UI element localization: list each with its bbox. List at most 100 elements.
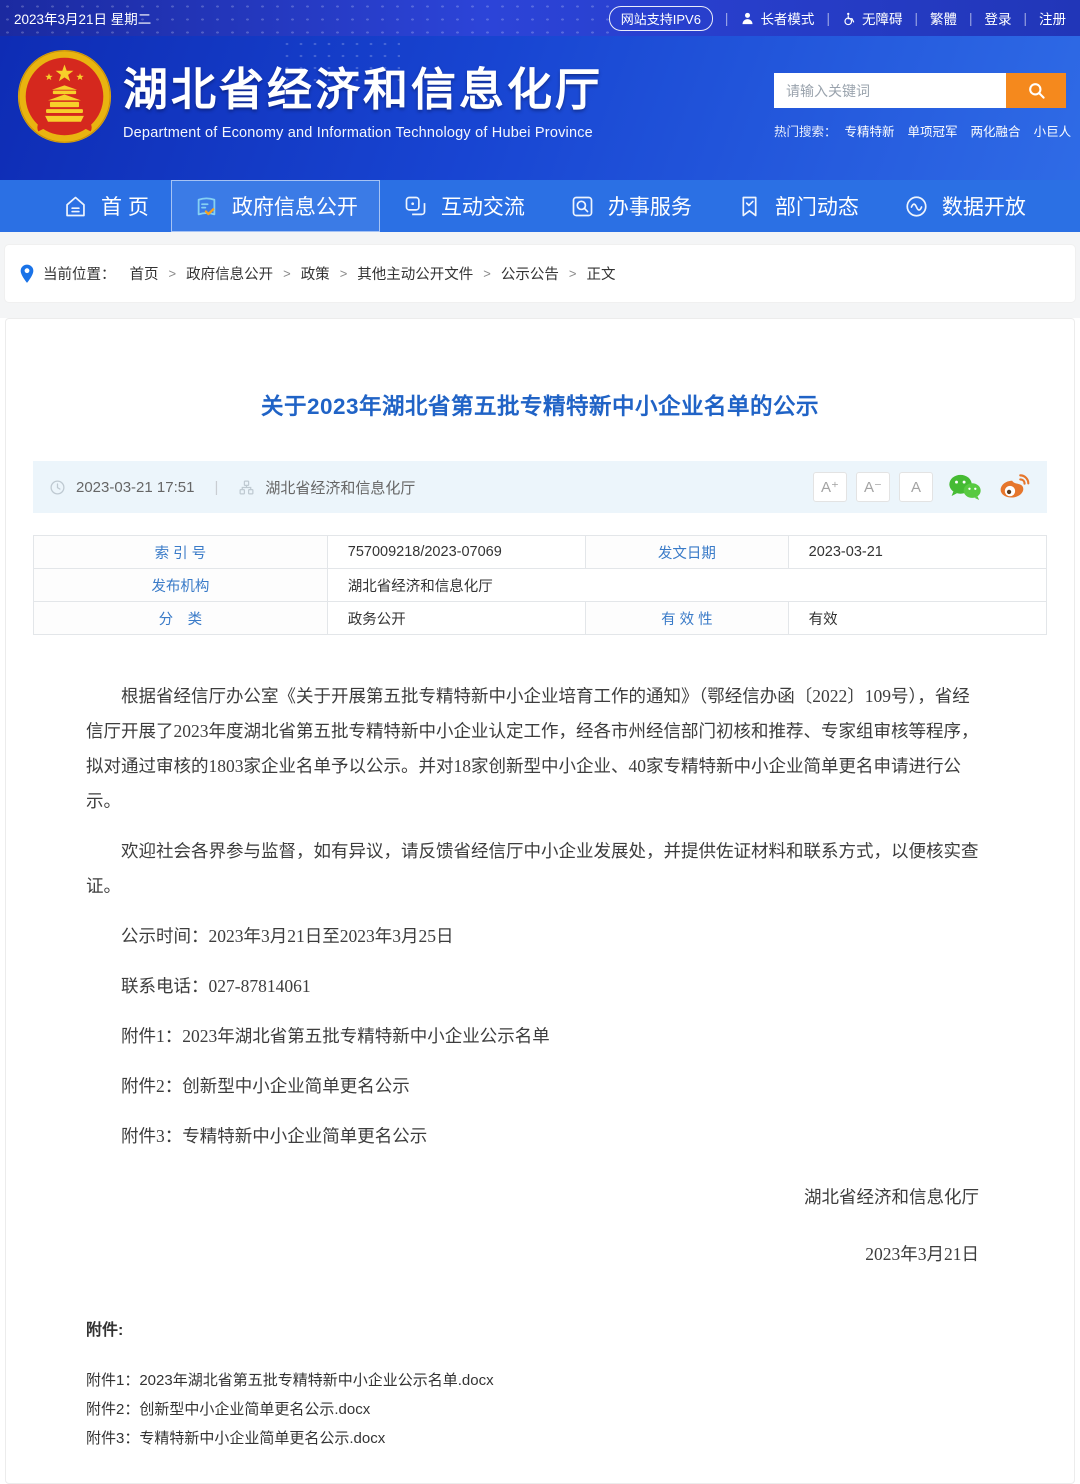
- breadcrumb-item-gov-info[interactable]: 政府信息公开: [186, 263, 273, 284]
- separator: |: [826, 11, 830, 26]
- services-icon: [569, 193, 596, 220]
- paragraph: 根据省经信厅办公室《关于开展第五批专精特新中小企业培育工作的通知》（鄂经信办函〔…: [86, 679, 979, 819]
- index-number-value: 757009218/2023-07069: [327, 536, 585, 569]
- site-header: 湖北省经济和信息化厅 Department of Economy and Inf…: [0, 36, 1080, 180]
- breadcrumb-item-current: 正文: [586, 263, 615, 284]
- traditional-chinese-link[interactable]: 繁體: [930, 8, 957, 28]
- table-row: 发布机构 湖北省经济和信息化厅: [34, 569, 1047, 602]
- meta-divider: |: [214, 479, 218, 496]
- breadcrumb-separator: >: [483, 266, 491, 281]
- nav-item-services[interactable]: 办事服务: [547, 180, 714, 232]
- attachments-section: 附件: 附件1：2023年湖北省第五批专精特新中小企业公示名单.docx 附件2…: [6, 1272, 1074, 1483]
- search-icon: [1027, 81, 1046, 100]
- breadcrumb-separator: >: [340, 266, 348, 281]
- breadcrumb-item-home[interactable]: 首页: [130, 263, 159, 284]
- search-button[interactable]: [1006, 73, 1066, 108]
- breadcrumb: 当前位置： 首页 > 政府信息公开 > 政策 > 其他主动公开文件 > 公示公告…: [5, 245, 1075, 302]
- table-row: 索 引 号 757009218/2023-07069 发文日期 2023-03-…: [34, 536, 1047, 569]
- publish-source: 湖北省经济和信息化厅: [265, 477, 415, 498]
- breadcrumb-strip: 当前位置： 首页 > 政府信息公开 > 政策 > 其他主动公开文件 > 公示公告…: [0, 232, 1080, 318]
- category-label: 分 类: [34, 602, 328, 635]
- header-search-area: 热门搜索： 专精特新 单项冠军 两化融合 小巨人 绿色工厂: [774, 73, 1066, 140]
- separator: |: [969, 11, 973, 26]
- source-org-icon: [238, 479, 255, 496]
- attachment-file-link[interactable]: 附件2：创新型中小企业简单更名公示.docx: [86, 1395, 994, 1424]
- table-row: 分 类 政务公开 有 效 性 有效: [34, 602, 1047, 635]
- accessibility-link[interactable]: 无障碍: [842, 8, 903, 28]
- interaction-icon: [402, 193, 429, 220]
- open-data-icon: [903, 193, 930, 220]
- attachment-mention-3: 附件3：专精特新中小企业简单更名公示: [86, 1119, 979, 1154]
- signature-org: 湖北省经济和信息化厅: [86, 1180, 979, 1215]
- wechat-share-icon[interactable]: [948, 472, 982, 502]
- department-news-icon: [736, 193, 763, 220]
- document-info-table: 索 引 号 757009218/2023-07069 发文日期 2023-03-…: [33, 535, 1047, 635]
- issue-date-label: 发文日期: [586, 536, 789, 569]
- hot-search-row: 热门搜索： 专精特新 单项冠军 两化融合 小巨人 绿色工厂: [774, 121, 1066, 140]
- wheelchair-icon: [842, 11, 857, 26]
- weibo-share-icon[interactable]: [997, 472, 1031, 502]
- separator: |: [914, 11, 918, 26]
- category-value: 政务公开: [327, 602, 585, 635]
- breadcrumb-separator: >: [169, 266, 177, 281]
- site-subtitle: Department of Economy and Information Te…: [123, 125, 603, 141]
- attachment-mention-1: 附件1：2023年湖北省第五批专精特新中小企业公示名单: [86, 1019, 979, 1054]
- page-title: 关于2023年湖北省第五批专精特新中小企业名单的公示: [6, 389, 1074, 421]
- attachment-file-link[interactable]: 附件3：专精特新中小企业简单更名公示.docx: [86, 1424, 994, 1453]
- login-link[interactable]: 登录: [984, 8, 1011, 28]
- attachments-heading: 附件:: [86, 1316, 994, 1340]
- brand-text: 湖北省经济和信息化厅 Department of Economy and Inf…: [123, 53, 603, 141]
- font-decrease-button[interactable]: A⁻: [856, 472, 890, 502]
- paragraph: 欢迎社会各界参与监督，如有异议，请反馈省经信厅中小企业发展处，并提供佐证材料和联…: [86, 834, 979, 904]
- nav-item-department-news[interactable]: 部门动态: [714, 180, 881, 232]
- hot-search-link[interactable]: 单项冠军: [908, 121, 958, 140]
- person-icon: [740, 11, 755, 26]
- signature-date: 2023年3月21日: [86, 1237, 979, 1272]
- hot-search-link[interactable]: 小巨人: [1034, 121, 1072, 140]
- validity-label: 有 效 性: [586, 602, 789, 635]
- home-icon: [62, 193, 89, 220]
- signature-block: 湖北省经济和信息化厅 2023年3月21日: [86, 1180, 979, 1272]
- font-increase-button[interactable]: A⁺: [813, 472, 847, 502]
- top-utility-links: 网站支持IPV6 | 长者模式 | 无障碍 | 繁體 | 登录 | 注册: [609, 6, 1066, 31]
- national-emblem-logo: [16, 48, 113, 145]
- contact-phone: 联系电话：027-87814061: [86, 969, 979, 1004]
- font-reset-button[interactable]: A: [899, 472, 933, 502]
- breadcrumb-item-announcements[interactable]: 公示公告: [501, 263, 559, 284]
- attachment-file-link[interactable]: 附件1：2023年湖北省第五批专精特新中小企业公示名单.docx: [86, 1366, 994, 1395]
- publish-datetime: 2023-03-21 17:51: [76, 479, 194, 496]
- location-pin-icon: [19, 264, 35, 284]
- article-meta-left: 2023-03-21 17:51 | 湖北省经济和信息化厅: [49, 477, 804, 498]
- hot-search-link[interactable]: 专精特新: [845, 121, 895, 140]
- breadcrumb-item-other-docs[interactable]: 其他主动公开文件: [357, 263, 473, 284]
- register-link[interactable]: 注册: [1039, 8, 1066, 28]
- publisher-label: 发布机构: [34, 569, 328, 602]
- ipv6-badge[interactable]: 网站支持IPV6: [609, 6, 713, 31]
- nav-item-open-data[interactable]: 数据开放: [881, 180, 1048, 232]
- hot-search-link[interactable]: 两化融合: [971, 121, 1021, 140]
- search-box: [774, 73, 1066, 108]
- nav-item-gov-info-disclosure[interactable]: 政府信息公开: [171, 180, 380, 232]
- top-utility-bar: 2023年3月21日 星期二 网站支持IPV6 | 长者模式 | 无障碍 | 繁…: [0, 0, 1080, 36]
- attachment-mention-2: 附件2：创新型中小企业简单更名公示: [86, 1069, 979, 1104]
- elder-mode-link[interactable]: 长者模式: [740, 8, 814, 28]
- publicity-period: 公示时间：2023年3月21日至2023年3月25日: [86, 919, 979, 954]
- search-input[interactable]: [774, 73, 1006, 108]
- article-card: 关于2023年湖北省第五批专精特新中小企业名单的公示 2023-03-21 17…: [5, 318, 1075, 1484]
- publisher-value: 湖北省经济和信息化厅: [327, 569, 1046, 602]
- current-date: 2023年3月21日 星期二: [14, 8, 151, 28]
- article-body: 根据省经信厅办公室《关于开展第五批专精特新中小企业培育工作的通知》（鄂经信办函〔…: [6, 679, 1074, 1272]
- separator: |: [1023, 11, 1027, 26]
- issue-date-value: 2023-03-21: [788, 536, 1046, 569]
- index-number-label: 索 引 号: [34, 536, 328, 569]
- breadcrumb-separator: >: [569, 266, 577, 281]
- breadcrumb-separator: >: [283, 266, 291, 281]
- nav-item-home[interactable]: 首 页: [40, 180, 171, 232]
- nav-item-interaction[interactable]: 互动交流: [380, 180, 547, 232]
- info-disclosure-icon: [193, 193, 220, 220]
- separator: |: [725, 11, 729, 26]
- attachments-list: 附件1：2023年湖北省第五批专精特新中小企业公示名单.docx 附件2：创新型…: [86, 1366, 994, 1453]
- clock-icon: [49, 479, 66, 496]
- breadcrumb-item-policy[interactable]: 政策: [301, 263, 330, 284]
- main-navigation: 首 页 政府信息公开 互动交流 办事服务 部门动态 数据开放: [0, 180, 1080, 232]
